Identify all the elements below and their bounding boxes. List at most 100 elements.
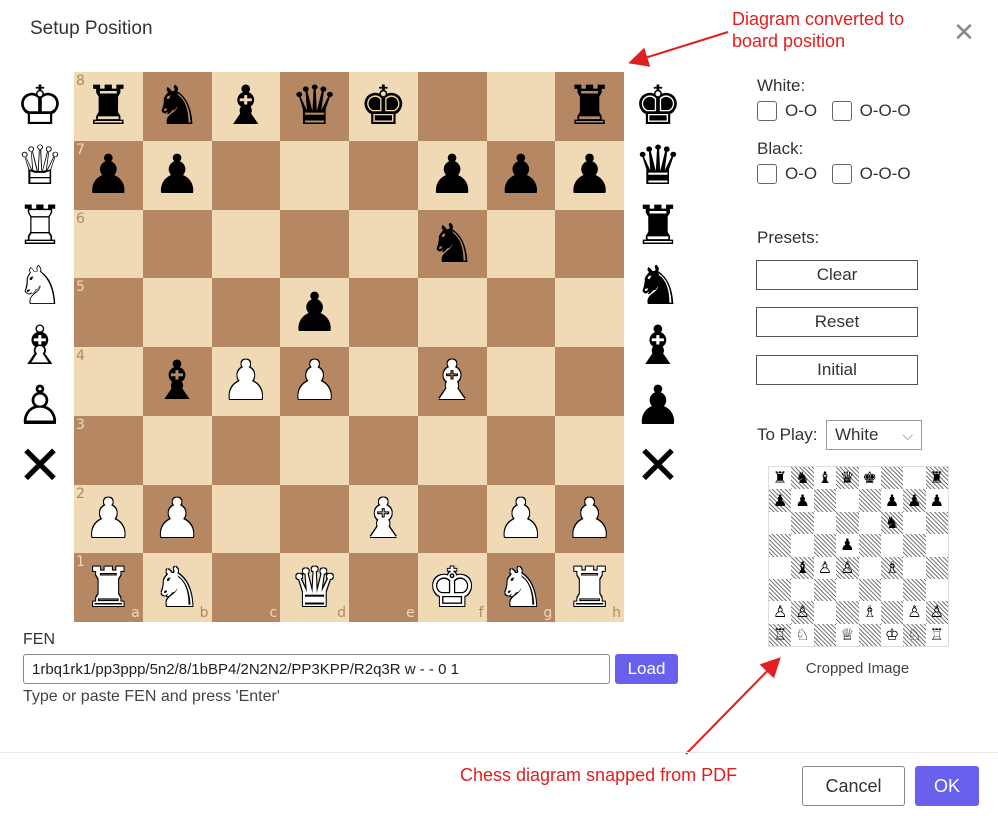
white-pawn-icon[interactable]: ♟: [497, 491, 545, 546]
square-f5[interactable]: [417, 278, 487, 347]
white-pawn-icon[interactable]: ♟: [290, 354, 338, 408]
square-b8[interactable]: ♞: [142, 72, 212, 141]
square-b6[interactable]: [142, 209, 212, 279]
white-knight-icon[interactable]: ♞: [153, 560, 201, 615]
square-b4[interactable]: ♝: [142, 347, 212, 416]
black-pawn-icon[interactable]: ♟: [428, 148, 476, 202]
square-b1[interactable]: b ♞: [142, 553, 212, 622]
black-rook-icon[interactable]: ♜: [628, 196, 688, 256]
white-knight-icon[interactable]: ♘: [10, 256, 70, 316]
reset-button[interactable]: Reset: [756, 307, 918, 337]
white-kingside-checkbox[interactable]: [757, 101, 777, 121]
square-d8[interactable]: ♛: [280, 72, 349, 141]
to-play-select[interactable]: White ⌵: [826, 420, 922, 450]
square-h2[interactable]: ♟: [555, 484, 624, 554]
black-pawn-icon[interactable]: ♟: [84, 148, 132, 202]
square-a5[interactable]: 5: [74, 278, 143, 347]
square-d6[interactable]: [280, 209, 349, 279]
square-e8[interactable]: ♚: [349, 72, 418, 141]
square-g3[interactable]: [486, 415, 556, 485]
square-g4[interactable]: [486, 347, 556, 416]
black-queenside-checkbox[interactable]: [831, 164, 852, 184]
white-king-icon[interactable]: ♚: [428, 560, 476, 615]
square-f2[interactable]: [417, 484, 487, 554]
white-rook-icon[interactable]: ♜: [84, 560, 132, 615]
white-pawn-icon[interactable]: ♙: [10, 376, 70, 436]
square-g2[interactable]: ♟: [486, 484, 556, 554]
square-d4[interactable]: ♟: [280, 347, 349, 416]
white-pawn-icon[interactable]: ♟: [222, 354, 270, 408]
square-d2[interactable]: [280, 484, 349, 554]
square-a1[interactable]: 1 a ♜: [74, 553, 143, 622]
black-pawn-icon[interactable]: ♟: [153, 148, 201, 202]
white-queen-icon[interactable]: ♛: [290, 560, 338, 615]
white-queenside-checkbox[interactable]: [831, 101, 852, 121]
cancel-button[interactable]: Cancel: [802, 766, 905, 806]
square-c6[interactable]: [211, 209, 281, 279]
square-h1[interactable]: h ♜: [555, 553, 624, 622]
square-d3[interactable]: [280, 415, 349, 485]
square-f7[interactable]: ♟: [417, 140, 487, 210]
black-rook-icon[interactable]: ♜: [565, 79, 613, 133]
square-b5[interactable]: [142, 278, 212, 347]
black-bishop-icon[interactable]: ♝: [153, 354, 201, 408]
white-bishop-icon[interactable]: ♝: [428, 354, 476, 408]
load-button[interactable]: Load: [615, 654, 678, 684]
square-a4[interactable]: 4: [74, 347, 143, 416]
white-rook-icon[interactable]: ♜: [565, 560, 613, 615]
square-c5[interactable]: [211, 278, 281, 347]
square-b2[interactable]: ♟: [142, 484, 212, 554]
square-a7[interactable]: 7 ♟: [74, 140, 143, 210]
black-pawn-icon[interactable]: ♟: [565, 148, 613, 202]
square-a3[interactable]: 3: [74, 415, 143, 485]
square-g5[interactable]: [486, 278, 556, 347]
square-d7[interactable]: [280, 140, 349, 210]
square-g7[interactable]: ♟: [486, 140, 556, 210]
black-knight-icon[interactable]: ♞: [628, 256, 688, 316]
square-b7[interactable]: ♟: [142, 140, 212, 210]
square-h4[interactable]: [555, 347, 624, 416]
white-queen-icon[interactable]: ♕: [10, 136, 70, 196]
square-d1[interactable]: d ♛: [280, 553, 349, 622]
square-f8[interactable]: [417, 72, 487, 141]
square-h8[interactable]: ♜: [555, 72, 624, 141]
square-e7[interactable]: [349, 140, 418, 210]
square-a8[interactable]: 8 ♜: [74, 72, 143, 141]
square-c2[interactable]: [211, 484, 281, 554]
black-queen-icon[interactable]: ♛: [628, 136, 688, 196]
black-kingside-checkbox[interactable]: [757, 164, 777, 184]
square-g8[interactable]: [486, 72, 556, 141]
square-g6[interactable]: [486, 209, 556, 279]
white-bishop-icon[interactable]: ♝: [359, 491, 407, 546]
white-pawn-icon[interactable]: ♟: [84, 491, 132, 546]
square-e4[interactable]: [349, 347, 418, 416]
square-e6[interactable]: [349, 209, 418, 279]
fen-input[interactable]: [23, 654, 610, 684]
black-rook-icon[interactable]: ♜: [84, 79, 132, 133]
square-f4[interactable]: ♝: [417, 347, 487, 416]
black-pawn-icon[interactable]: ♟: [628, 376, 688, 436]
square-d5[interactable]: ♟: [280, 278, 349, 347]
white-pawn-icon[interactable]: ♟: [565, 491, 613, 546]
square-c4[interactable]: ♟: [211, 347, 281, 416]
square-b3[interactable]: [142, 415, 212, 485]
black-knight-icon[interactable]: ♞: [428, 216, 476, 271]
square-h5[interactable]: [555, 278, 624, 347]
chess-board[interactable]: 8 ♜ ♞ ♝ ♛ ♚ ♜ 7 ♟ ♟ ♟ ♟ ♟ 6 ♞ 5 ♟ 4 ♝ ♟ ♟ ♝ 3 2 ♟ ♟ ♝ ♟ ♟ 1 a ♜ b ♞ c d ♛ e f ♚…: [74, 72, 624, 622]
square-c8[interactable]: ♝: [211, 72, 281, 141]
square-c7[interactable]: [211, 140, 281, 210]
square-a6[interactable]: 6: [74, 209, 143, 279]
black-king-icon[interactable]: ♚: [359, 79, 407, 133]
black-palette-delete-icon[interactable]: ✕: [628, 436, 688, 496]
square-h6[interactable]: [555, 209, 624, 279]
square-g1[interactable]: g ♞: [486, 553, 556, 622]
white-knight-icon[interactable]: ♞: [497, 560, 545, 615]
black-king-icon[interactable]: ♚: [628, 76, 688, 136]
square-a2[interactable]: 2 ♟: [74, 484, 143, 554]
square-e1[interactable]: e: [349, 553, 418, 622]
white-king-icon[interactable]: ♔: [10, 76, 70, 136]
black-bishop-icon[interactable]: ♝: [628, 316, 688, 376]
square-c3[interactable]: [211, 415, 281, 485]
black-knight-icon[interactable]: ♞: [153, 79, 201, 133]
initial-button[interactable]: Initial: [756, 355, 918, 385]
